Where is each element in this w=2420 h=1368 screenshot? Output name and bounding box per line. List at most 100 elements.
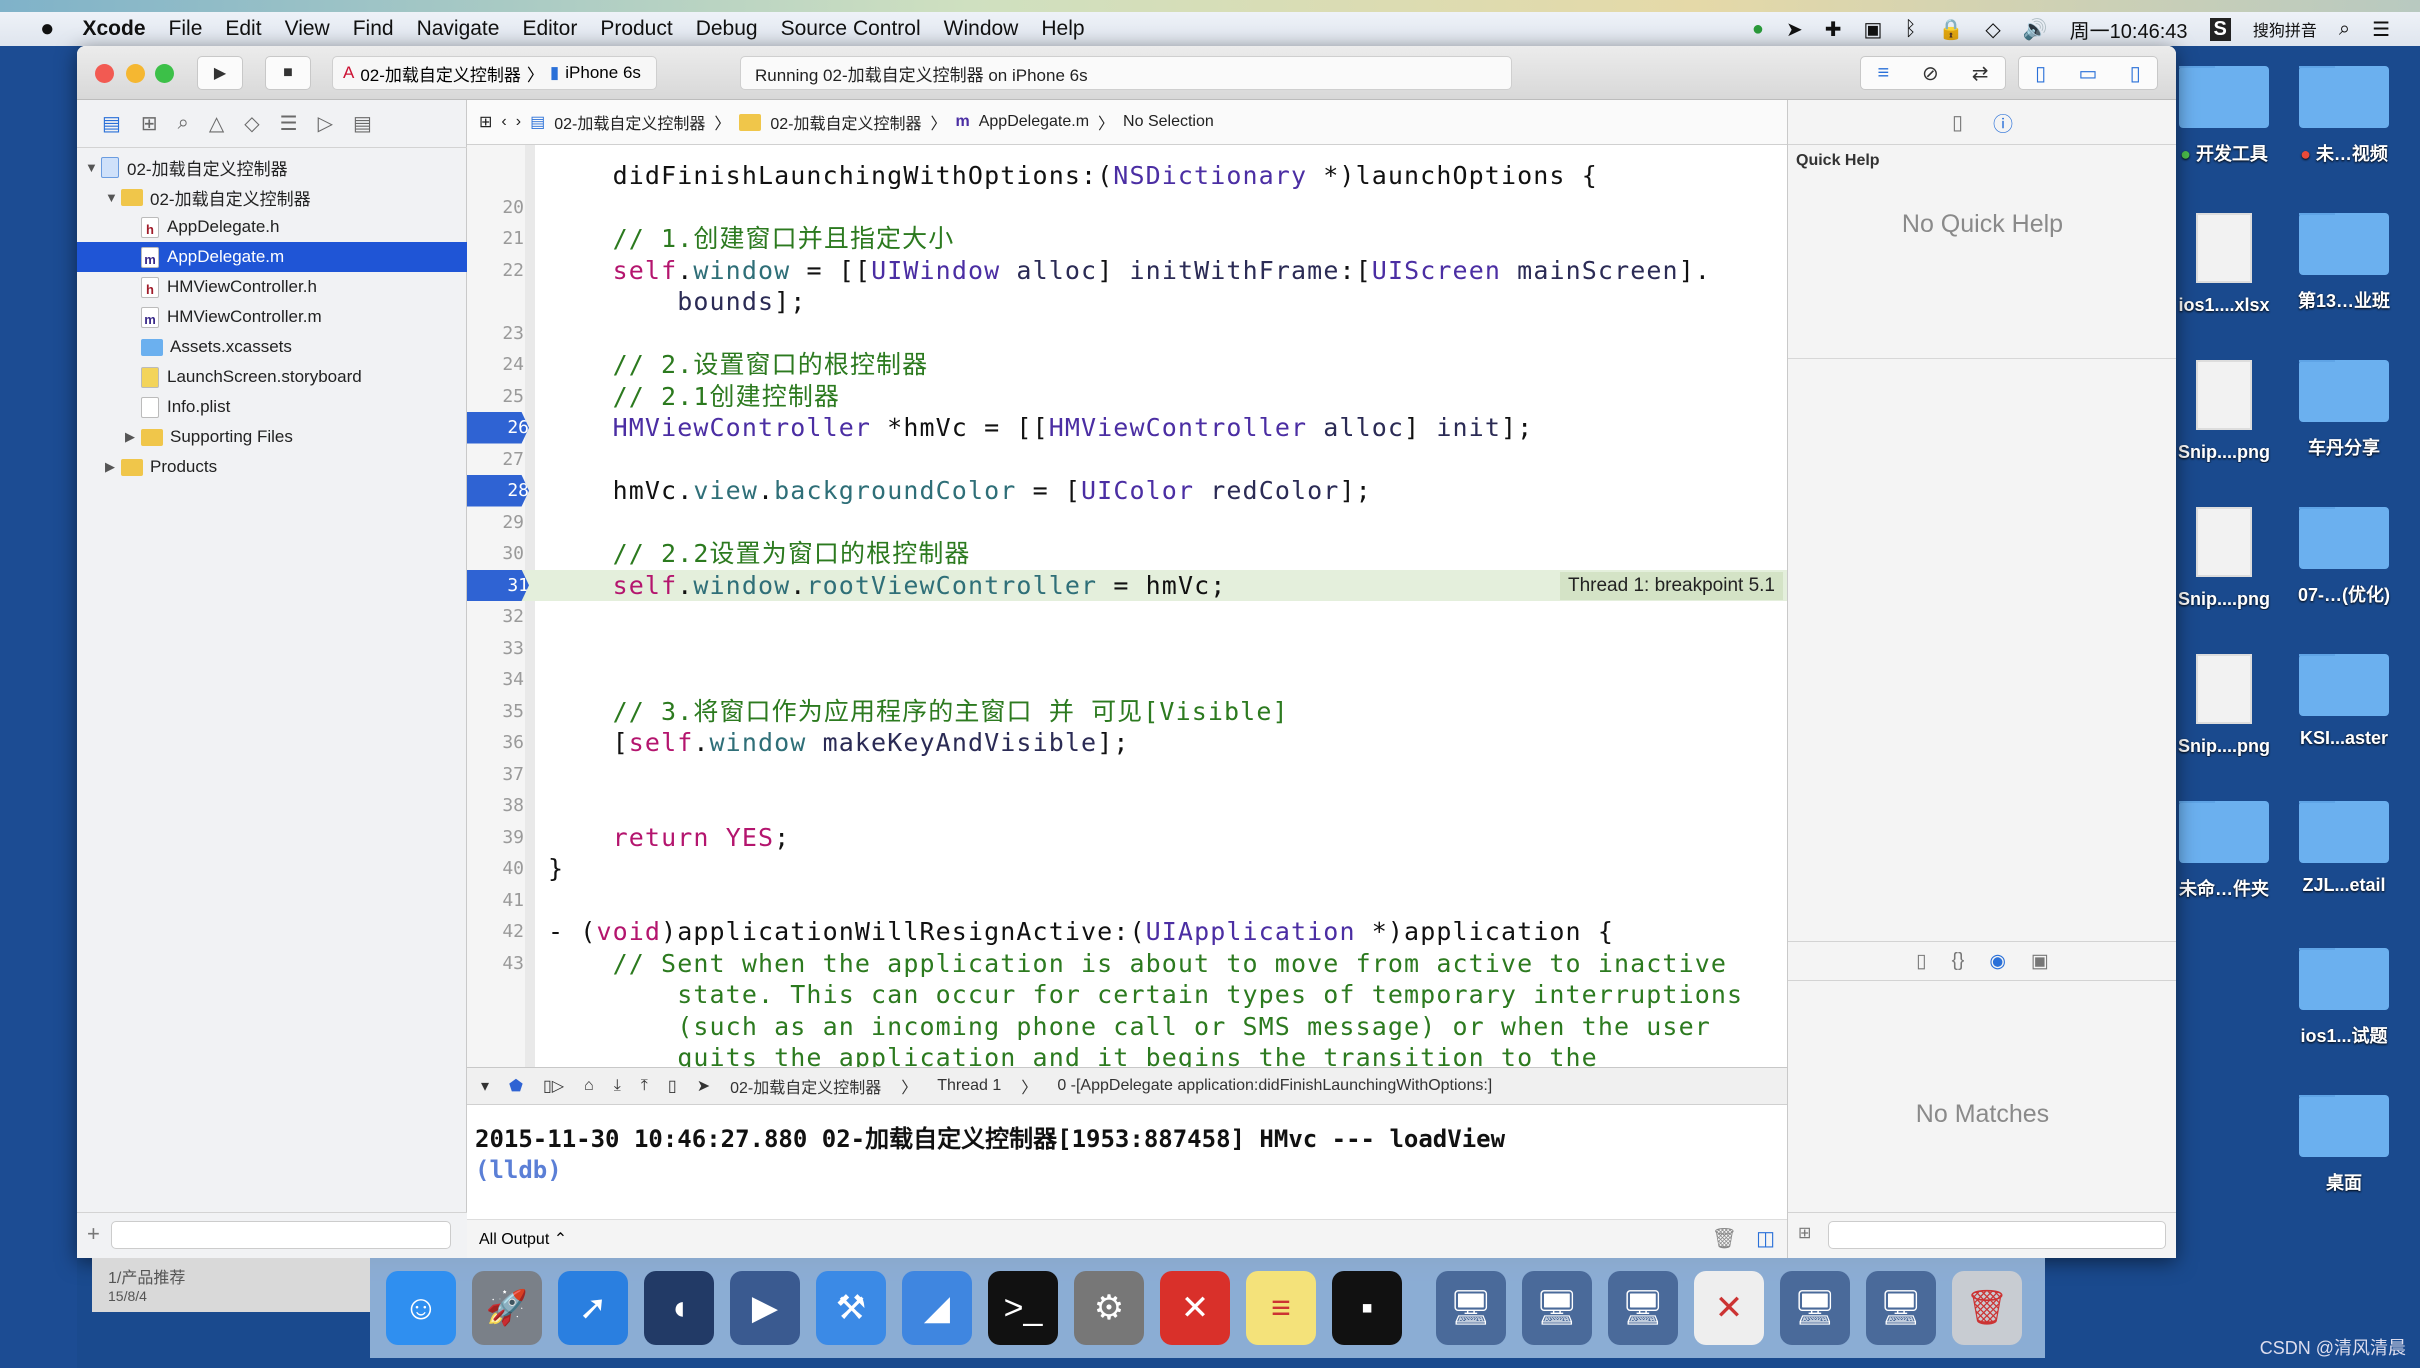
desktop-item[interactable]: Snip....png <box>2164 507 2284 610</box>
line-number[interactable]: 24 <box>467 349 524 381</box>
location-icon[interactable]: ➤ <box>1786 17 1803 42</box>
menu-find[interactable]: Find <box>353 17 394 41</box>
toggle-debug-area-icon[interactable]: ▭ <box>2079 61 2098 86</box>
view-debugger-icon[interactable]: ▯ <box>668 1076 677 1096</box>
code-line[interactable]: (such as an incoming phone call or SMS m… <box>467 1011 1787 1043</box>
close-button[interactable] <box>95 64 114 83</box>
volume-icon[interactable]: 🔊 <box>2023 17 2048 42</box>
wifi-icon[interactable]: ◇ <box>1985 17 2000 42</box>
instruments-icon[interactable]: ◢ <box>902 1271 972 1345</box>
toggle-navigator-icon[interactable]: ▯ <box>2035 61 2046 86</box>
code-line[interactable]: 32 <box>467 601 1787 633</box>
file-inspector-icon[interactable]: ▯ <box>1952 110 1963 135</box>
version-editor-icon[interactable]: ⇄ <box>1972 61 1989 86</box>
code-line[interactable]: 20 <box>467 192 1787 224</box>
line-number[interactable]: 40 <box>467 853 524 885</box>
quick-help-icon[interactable]: ⓘ <box>1993 108 2013 137</box>
desktop-item[interactable]: 桌面 <box>2284 1095 2404 1195</box>
desktop-item[interactable]: 车丹分享 <box>2284 360 2404 460</box>
tree-item[interactable]: ▼ 02-加载自定义控制器 <box>77 152 467 182</box>
menu-navigate[interactable]: Navigate <box>417 17 500 41</box>
code-line[interactable]: 35 // 3.将窗口作为应用程序的主窗口 并 可见[Visible] <box>467 696 1787 728</box>
desktop-item[interactable]: KSI...aster <box>2284 654 2404 749</box>
notification-center-icon[interactable]: ☰ <box>2372 17 2390 42</box>
notes-icon[interactable]: ≡ <box>1246 1271 1316 1345</box>
disclosure-open-icon[interactable]: ▼ <box>85 160 101 175</box>
minimize-button[interactable] <box>126 64 145 83</box>
line-number[interactable]: 25 <box>467 381 524 413</box>
tree-item[interactable]: Assets.xcassets <box>77 332 467 362</box>
jump-selection[interactable]: No Selection <box>1123 113 1214 131</box>
line-number[interactable]: 35 <box>467 696 524 728</box>
zoom-button[interactable] <box>155 64 174 83</box>
line-number[interactable]: 32 <box>467 601 524 633</box>
tree-item[interactable]: m HMViewController.m <box>77 302 467 332</box>
desktop-item[interactable]: ZJL...etail <box>2284 801 2404 896</box>
add-icon[interactable]: + <box>87 1221 100 1247</box>
code-line[interactable]: 36 [self.window makeKeyAndVisible]; <box>467 727 1787 759</box>
code-line[interactable]: 37 <box>467 759 1787 791</box>
menu-editor[interactable]: Editor <box>522 17 577 41</box>
lock-icon[interactable]: 🔒 <box>1938 17 1963 42</box>
run-button[interactable]: ▶ <box>197 56 243 90</box>
desktop-item[interactable]: ios1....xlsx <box>2164 213 2284 316</box>
line-number[interactable]: 39 <box>467 822 524 854</box>
breakpoint-marker[interactable]: 28 <box>467 475 529 507</box>
code-line[interactable]: 30 // 2.2设置为窗口的根控制器 <box>467 538 1787 570</box>
system-preferences-icon[interactable]: ⚙ <box>1074 1271 1144 1345</box>
breakpoint-marker[interactable]: 31 <box>467 569 529 601</box>
code-line[interactable]: 25 // 2.1创建控制器 <box>467 381 1787 413</box>
code-line[interactable]: 29 <box>467 507 1787 539</box>
code-line[interactable]: 41 <box>467 885 1787 917</box>
apple-menu-icon[interactable]: ● <box>40 15 55 43</box>
desktop-item[interactable]: ● 开发工具 <box>2164 66 2284 166</box>
desktop-item[interactable]: Snip....png <box>2164 654 2284 757</box>
split-console-icon[interactable]: ◫ <box>1756 1226 1775 1251</box>
network-volume-icon[interactable]: 🖥 <box>1780 1271 1850 1345</box>
tree-item[interactable]: ▼ 02-加载自定义控制器 <box>77 182 467 212</box>
menu-edit[interactable]: Edit <box>225 17 261 41</box>
mouse-app-icon[interactable]: ◖ <box>644 1271 714 1345</box>
notification[interactable]: 1/产品推荐 15/8/4 <box>92 1258 370 1312</box>
document-icon[interactable]: ✕ <box>1694 1271 1764 1345</box>
line-number[interactable]: 22 <box>467 255 524 287</box>
folder-icon[interactable]: ▤ <box>102 111 121 136</box>
menu-file[interactable]: File <box>169 17 203 41</box>
device-name[interactable]: iPhone 6s <box>565 63 641 83</box>
step-into-icon[interactable]: ⤓ <box>614 1077 621 1095</box>
code-line[interactable]: 22 self.window = [[UIWindow alloc] initW… <box>467 255 1787 287</box>
code-line[interactable]: 24 // 2.设置窗口的根控制器 <box>467 349 1787 381</box>
hide-debug-area-icon[interactable]: ▾ <box>481 1076 489 1096</box>
debug-icon[interactable]: ☰ <box>280 111 298 136</box>
line-number[interactable]: 29 <box>467 507 524 539</box>
code-line[interactable]: 40} <box>467 853 1787 885</box>
tree-item[interactable]: ▶ Supporting Files <box>77 422 467 452</box>
step-over-icon[interactable]: ⌂ <box>584 1077 594 1095</box>
code-line[interactable]: 28 hmVc.view.backgroundColor = [UIColor … <box>467 475 1787 507</box>
continue-icon[interactable]: ▯▷ <box>543 1076 564 1096</box>
line-number[interactable]: 21 <box>467 223 524 255</box>
spotlight-icon[interactable]: ⌕ <box>2339 18 2350 41</box>
line-number[interactable]: 27 <box>467 444 524 476</box>
trash-icon[interactable]: 🗑 <box>1952 1271 2022 1345</box>
code-line[interactable]: quits the application and it begins the … <box>467 1042 1787 1067</box>
step-out-icon[interactable]: ⤒ <box>641 1077 648 1095</box>
jump-project[interactable]: 02-加载自定义控制器 <box>554 110 705 134</box>
tree-item[interactable]: LaunchScreen.storyboard <box>77 362 467 392</box>
xmind-icon[interactable]: ✕ <box>1160 1271 1230 1345</box>
line-number[interactable] <box>467 286 524 318</box>
assistant-editor-icon[interactable]: ⊘ <box>1922 61 1939 86</box>
desktop-item[interactable]: 未命…件夹 <box>2164 801 2284 901</box>
line-number[interactable]: 37 <box>467 759 524 791</box>
terminal-icon[interactable]: >_ <box>988 1271 1058 1345</box>
source-editor[interactable]: didFinishLaunchingWithOptions:(NSDiction… <box>467 145 1787 1067</box>
network-volume-icon[interactable]: 🖥 <box>1436 1271 1506 1345</box>
tree-item[interactable]: h AppDelegate.h <box>77 212 467 242</box>
file-template-icon[interactable]: ▯ <box>1916 950 1926 973</box>
record-icon[interactable]: ● <box>1752 18 1764 41</box>
library-filter-input[interactable] <box>1828 1221 2166 1249</box>
desktop-item[interactable]: 07-…(优化) <box>2284 507 2404 607</box>
code-line[interactable]: 42 - (void)applicationWillResignActive:(U… <box>467 916 1787 948</box>
breakpoint-icon[interactable]: ▷ <box>318 111 333 136</box>
code-line[interactable]: bounds]; <box>467 286 1787 318</box>
